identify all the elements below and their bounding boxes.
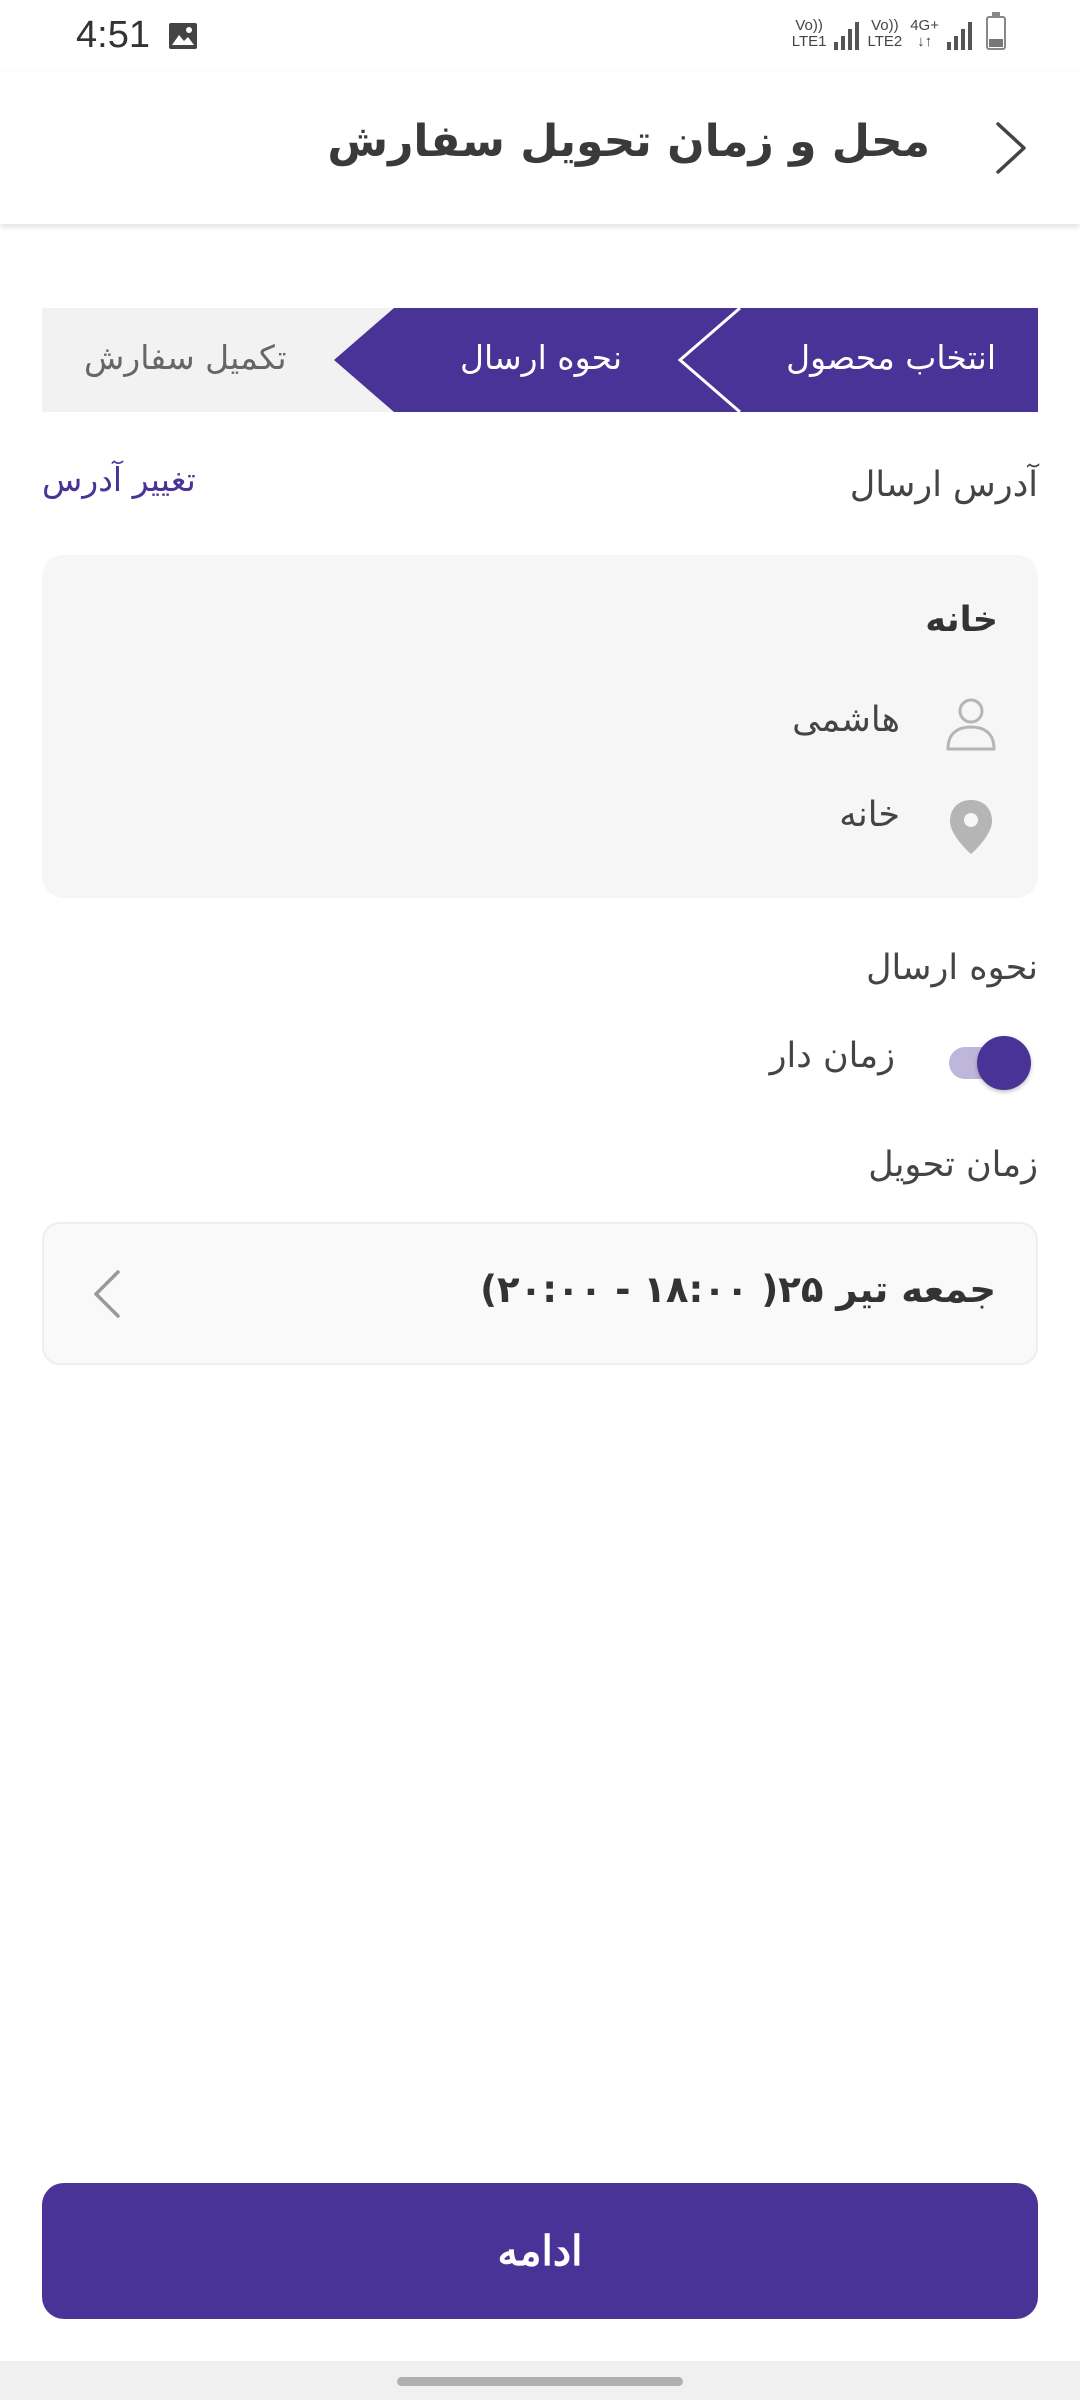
location-pin-icon (950, 800, 992, 854)
status-time: 4:51 (76, 14, 150, 56)
battery-icon (986, 12, 1006, 50)
home-indicator[interactable] (397, 2377, 683, 2386)
page-title: محل و زمان تحویل سفارش (327, 116, 930, 167)
timed-delivery-label: زمان دار (769, 1036, 895, 1076)
shipping-section-title: نحوه ارسال (866, 948, 1038, 988)
network-type: 4G+ ↓↑ (910, 17, 939, 50)
step-shipping-method: نحوه ارسال (460, 338, 623, 377)
signal-icon (947, 20, 972, 50)
sim2-label: Vo)) LTE2 (867, 17, 903, 50)
timed-delivery-toggle[interactable] (945, 1033, 1033, 1090)
address-card[interactable]: خانه هاشمی خانه (42, 555, 1038, 898)
system-nav-bar (0, 2361, 1080, 2400)
status-bar: 4:51 Vo)) LTE1 Vo)) LTE2 4G+ ↓↑ (0, 0, 1080, 72)
recipient-name: هاشمی (792, 700, 900, 740)
chevron-right-icon[interactable] (980, 118, 1040, 178)
continue-label: ادامه (497, 2228, 583, 2274)
step-complete-order: تکمیل سفارش (84, 338, 287, 377)
address-section-title: آدرس ارسال (849, 465, 1038, 505)
delivery-time-selector[interactable]: جمعه تیر ۲۵( ۱۸:۰۰ - ۲۰:۰۰) (42, 1222, 1038, 1365)
step-select-product: انتخاب محصول (786, 338, 996, 377)
status-icons: Vo)) LTE1 Vo)) LTE2 4G+ ↓↑ (791, 12, 1006, 50)
sim1-label: Vo)) LTE1 (791, 17, 827, 50)
change-address-link[interactable]: تغییر آدرس (42, 460, 196, 499)
signal-icon (834, 20, 860, 50)
checkout-stepper: انتخاب محصول نحوه ارسال تکمیل سفارش (42, 308, 1038, 412)
delivery-time-title: زمان تحویل (868, 1145, 1038, 1185)
address-title: خانه (925, 600, 998, 640)
gallery-icon (169, 23, 197, 49)
person-icon (946, 698, 996, 751)
address-location: خانه (839, 795, 900, 835)
continue-button[interactable]: ادامه (42, 2183, 1038, 2319)
delivery-time-value: جمعه تیر ۲۵( ۱۸:۰۰ - ۲۰:۰۰) (480, 1268, 996, 1311)
chevron-left-icon (94, 1270, 120, 1318)
app-bar: محل و زمان تحویل سفارش (0, 72, 1080, 224)
